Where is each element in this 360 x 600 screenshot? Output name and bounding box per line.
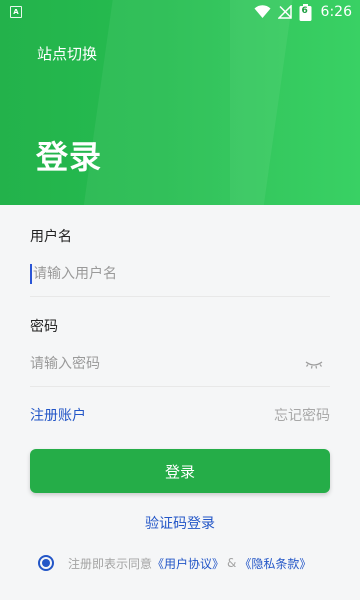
status-time: 6:26	[320, 4, 352, 20]
privacy-policy-link[interactable]: 《隐私条款》	[239, 555, 311, 572]
agreement-radio[interactable]	[38, 555, 54, 571]
app-notification-icon: A	[10, 6, 22, 18]
password-field[interactable]	[30, 342, 330, 387]
username-input[interactable]	[30, 252, 293, 296]
username-label: 用户名	[30, 229, 72, 245]
username-field[interactable]	[30, 252, 330, 297]
register-account-link[interactable]: 注册账户	[30, 405, 86, 425]
battery-icon: 6	[299, 3, 312, 21]
forgot-password-link[interactable]: 忘记密码	[274, 405, 330, 425]
wifi-icon	[254, 5, 271, 19]
status-right-group: 6 6:26	[254, 3, 352, 21]
battery-level: 6	[301, 5, 308, 16]
code-login-link[interactable]: 验证码登录	[30, 513, 330, 533]
agreement-prefix: 注册即表示同意	[68, 556, 153, 571]
page-title: 登录	[36, 138, 103, 176]
login-screen: A 6 6:26 站点切换 登录 用户名 请输入用户名 密码 注册账户 忘记密码…	[0, 0, 360, 600]
user-agreement-link[interactable]: 《用户协议》	[152, 555, 224, 572]
login-button[interactable]: 登录	[30, 449, 330, 493]
text-cursor	[30, 264, 32, 284]
header-banner: A 6 6:26 站点切换 登录	[0, 0, 360, 205]
agreement-separator: &	[227, 556, 237, 570]
password-label: 密码	[30, 319, 58, 335]
status-bar: A 6 6:26	[0, 0, 360, 24]
no-signal-icon	[277, 5, 292, 19]
eye-closed-icon[interactable]	[304, 356, 324, 370]
password-input[interactable]	[30, 342, 290, 386]
agreement-row: 注册即表示同意 《用户协议》 & 《隐私条款》	[38, 553, 333, 573]
header-decoration	[230, 0, 360, 205]
account-links-row: 注册账户 忘记密码	[30, 405, 330, 425]
site-switch-link[interactable]: 站点切换	[37, 43, 97, 64]
